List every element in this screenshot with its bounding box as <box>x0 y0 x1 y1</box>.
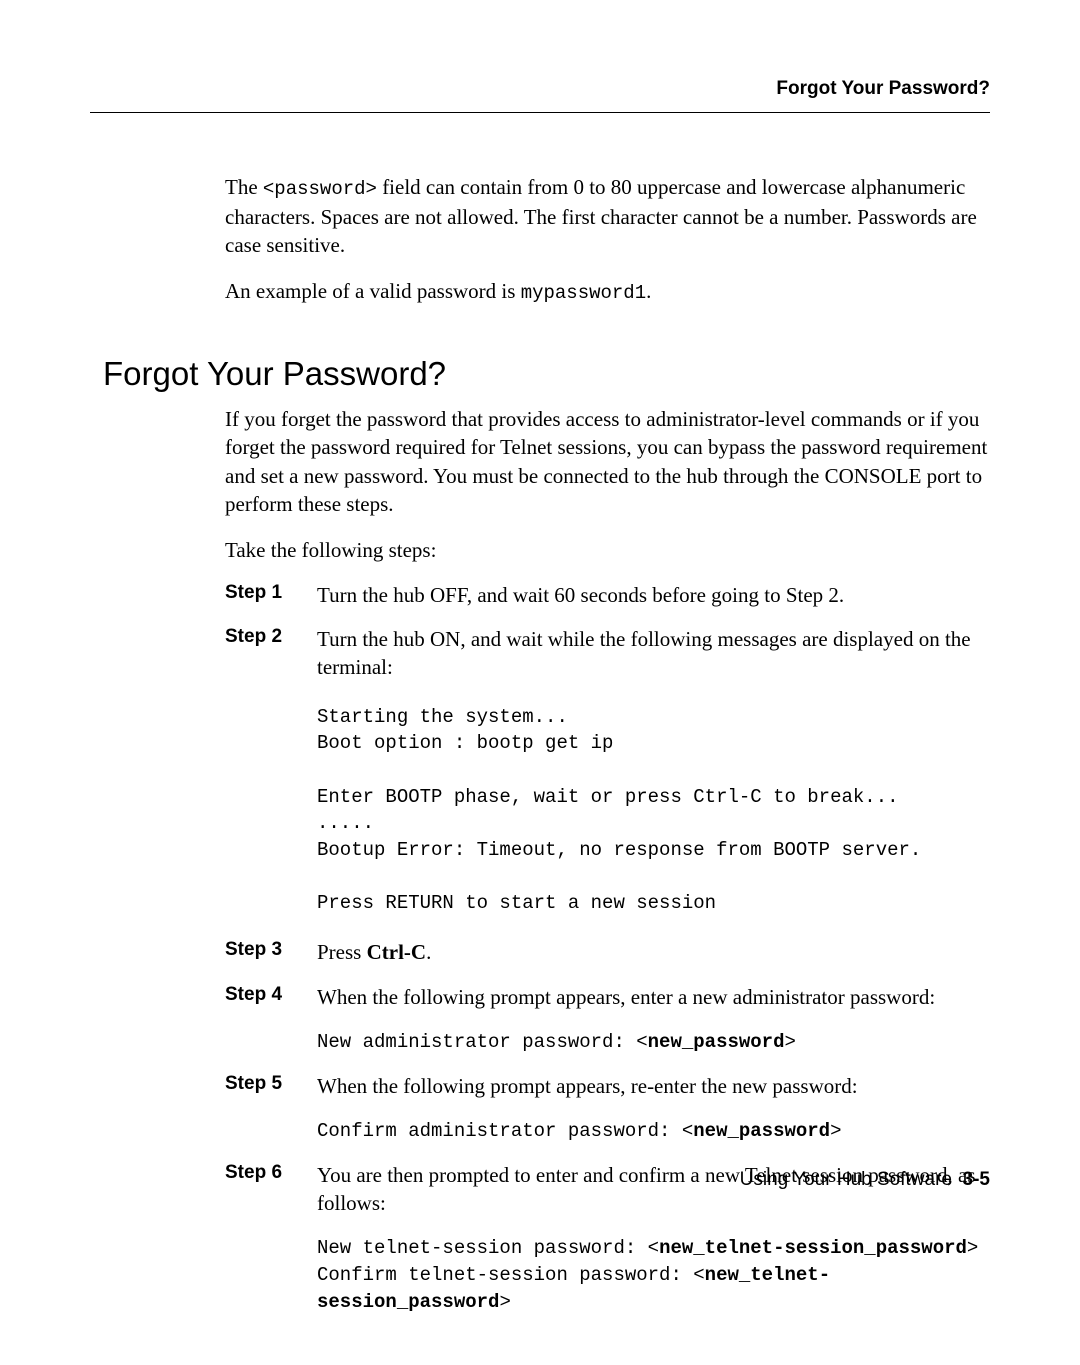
step-1: Step 1 Turn the hub OFF, and wait 60 sec… <box>225 581 990 609</box>
section-intro-2: Take the following steps: <box>225 536 990 564</box>
step-body: When the following prompt appears, enter… <box>317 983 990 1056</box>
step-label: Step 1 <box>225 581 317 604</box>
step-3: Step 3 Press Ctrl-C. <box>225 938 990 966</box>
step-label: Step 5 <box>225 1072 317 1095</box>
terminal-output: New telnet-session password: <new_telnet… <box>317 1235 990 1315</box>
footer-text: Using Your Hub Software <box>740 1169 952 1190</box>
section-heading: Forgot Your Password? <box>103 355 990 393</box>
inline-code: <password> <box>263 178 377 200</box>
step-body: When the following prompt appears, re-en… <box>317 1072 990 1145</box>
terminal-output: Starting the system... Boot option : boo… <box>317 704 990 917</box>
running-header: Forgot Your Password? <box>90 78 990 113</box>
text: Press <box>317 940 367 964</box>
terminal-output: Confirm administrator password: <new_pas… <box>317 1118 990 1145</box>
text: New administrator password: < <box>317 1031 648 1053</box>
intro-paragraph-1: The <password> field can contain from 0 … <box>225 173 990 259</box>
step-5: Step 5 When the following prompt appears… <box>225 1072 990 1145</box>
text: > <box>499 1291 510 1313</box>
step-text: When the following prompt appears, enter… <box>317 983 990 1011</box>
terminal-output: New administrator password: <new_passwor… <box>317 1029 990 1056</box>
intro-paragraph-2: An example of a valid password is mypass… <box>225 277 990 307</box>
step-body: Turn the hub ON, and wait while the foll… <box>317 625 990 922</box>
step-label: Step 4 <box>225 983 317 1006</box>
text: Confirm telnet-session password: < <box>317 1264 705 1286</box>
text: An example of a valid password is <box>225 279 521 303</box>
step-label: Step 2 <box>225 625 317 648</box>
step-label: Step 6 <box>225 1161 317 1184</box>
page: Forgot Your Password? The <password> fie… <box>0 0 1080 1365</box>
keyboard-shortcut: Ctrl-C <box>367 940 426 964</box>
step-label: Step 3 <box>225 938 317 961</box>
step-body: Turn the hub OFF, and wait 60 seconds be… <box>317 581 990 609</box>
inline-code: mypassword1 <box>521 282 646 304</box>
page-number: 3-5 <box>963 1169 990 1190</box>
text: > <box>784 1031 795 1053</box>
text: The <box>225 175 263 199</box>
text: Confirm administrator password: < <box>317 1120 693 1142</box>
placeholder: new_telnet-session_password <box>659 1237 967 1259</box>
step-4: Step 4 When the following prompt appears… <box>225 983 990 1056</box>
text: > <box>967 1237 978 1259</box>
step-text: Turn the hub ON, and wait while the foll… <box>317 625 990 682</box>
text: > <box>830 1120 841 1142</box>
step-body: Press Ctrl-C. <box>317 938 990 966</box>
step-text: Press Ctrl-C. <box>317 938 990 966</box>
text: . <box>646 279 651 303</box>
section-intro-1: If you forget the password that provides… <box>225 405 990 518</box>
step-text: Turn the hub OFF, and wait 60 seconds be… <box>317 581 990 609</box>
step-text: When the following prompt appears, re-en… <box>317 1072 990 1100</box>
page-footer: Using Your Hub Software 3-5 <box>740 1169 990 1191</box>
steps-list: Step 1 Turn the hub OFF, and wait 60 sec… <box>225 581 990 1315</box>
text: New telnet-session password: < <box>317 1237 659 1259</box>
placeholder: new_password <box>648 1031 785 1053</box>
content-area: The <password> field can contain from 0 … <box>90 173 990 1315</box>
placeholder: new_password <box>693 1120 830 1142</box>
text: . <box>426 940 431 964</box>
step-2: Step 2 Turn the hub ON, and wait while t… <box>225 625 990 922</box>
